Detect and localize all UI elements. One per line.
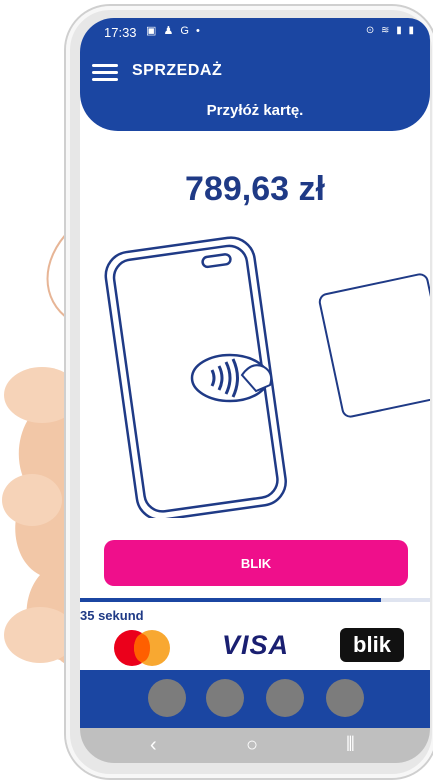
status-notification-icons: ▣ ♟ G •: [146, 25, 202, 37]
timer-progress-fill: [80, 598, 381, 602]
keypad-dot-1[interactable]: [148, 679, 186, 717]
app-header: 17:33 ▣ ♟ G • ⊙ ≋ ▮ ▮ SPRZEDAŻ Przyłóż k…: [80, 18, 430, 131]
home-nav-icon[interactable]: ○: [246, 734, 258, 757]
hamburger-menu-icon[interactable]: [92, 61, 120, 83]
bottom-panel: [80, 670, 430, 728]
instruction-text: Przyłóż kartę.: [206, 102, 304, 119]
timer-text: 35 sekund: [80, 608, 144, 623]
amount-value: 789,63 zł: [185, 170, 325, 208]
back-nav-icon[interactable]: ‹: [150, 734, 157, 757]
keypad-dot-2[interactable]: [206, 679, 244, 717]
phone-screen: 17:33 ▣ ♟ G • ⊙ ≋ ▮ ▮ SPRZEDAŻ Przyłóż k…: [80, 18, 430, 763]
contactless-icon: [190, 353, 273, 403]
status-time: 17:33: [104, 25, 137, 40]
mastercard-logo-icon: [114, 630, 170, 666]
status-bar: 17:33 ▣ ♟ G • ⊙ ≋ ▮ ▮: [80, 18, 430, 44]
keypad-dot-3[interactable]: [266, 679, 304, 717]
timer-progress-bar: [80, 598, 430, 602]
android-navbar: ‹ ○ ⦀: [80, 728, 430, 763]
recent-apps-nav-icon[interactable]: ⦀: [346, 734, 355, 757]
page-title: SPRZEDAŻ: [132, 62, 223, 79]
card-outline-icon: [318, 273, 430, 418]
blik-logo: blik: [340, 628, 404, 662]
status-system-icons: ⊙ ≋ ▮ ▮: [365, 25, 416, 36]
tap-card-illustration: [104, 236, 430, 518]
visa-logo: VISA: [222, 630, 290, 660]
keypad-dot-4[interactable]: [326, 679, 364, 717]
blik-button[interactable]: BLIK: [104, 540, 408, 586]
